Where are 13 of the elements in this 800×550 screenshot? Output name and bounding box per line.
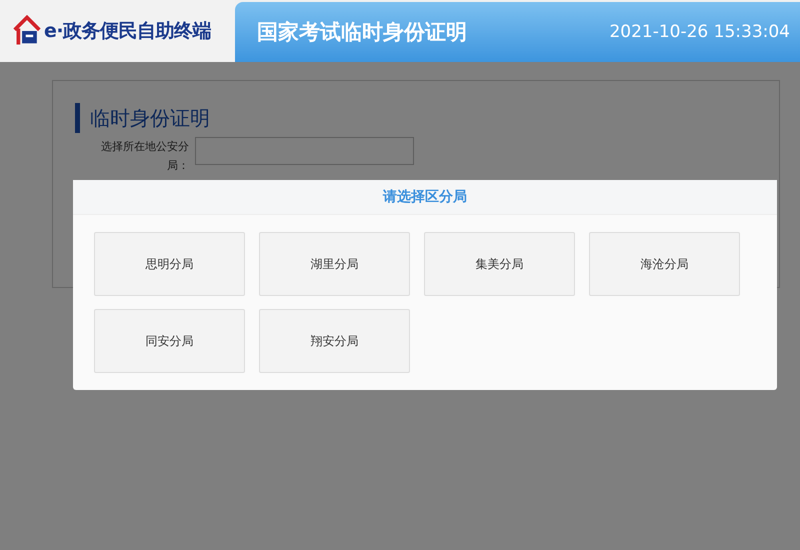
field-label: 选择所在地公安分局： [100,139,189,174]
option-button[interactable]: 同安分局 [94,309,245,373]
option-button[interactable]: 翔安分局 [259,309,410,373]
option-button[interactable]: 海沧分局 [589,232,740,296]
option-button[interactable]: 湖里分局 [259,232,410,296]
option-button[interactable]: 集美分局 [424,232,575,296]
input-field[interactable] [195,137,414,165]
option-button[interactable]: 思明分局 [94,232,245,296]
house-icon [12,15,42,47]
page-title: 国家考试临时身份证明 [257,19,467,46]
dialog-title: 请选择区分局 [73,180,777,215]
logo-text: e·政务便民自助终端 [44,19,212,44]
datetime: 2021-10-26 15:33:04 [609,22,790,42]
